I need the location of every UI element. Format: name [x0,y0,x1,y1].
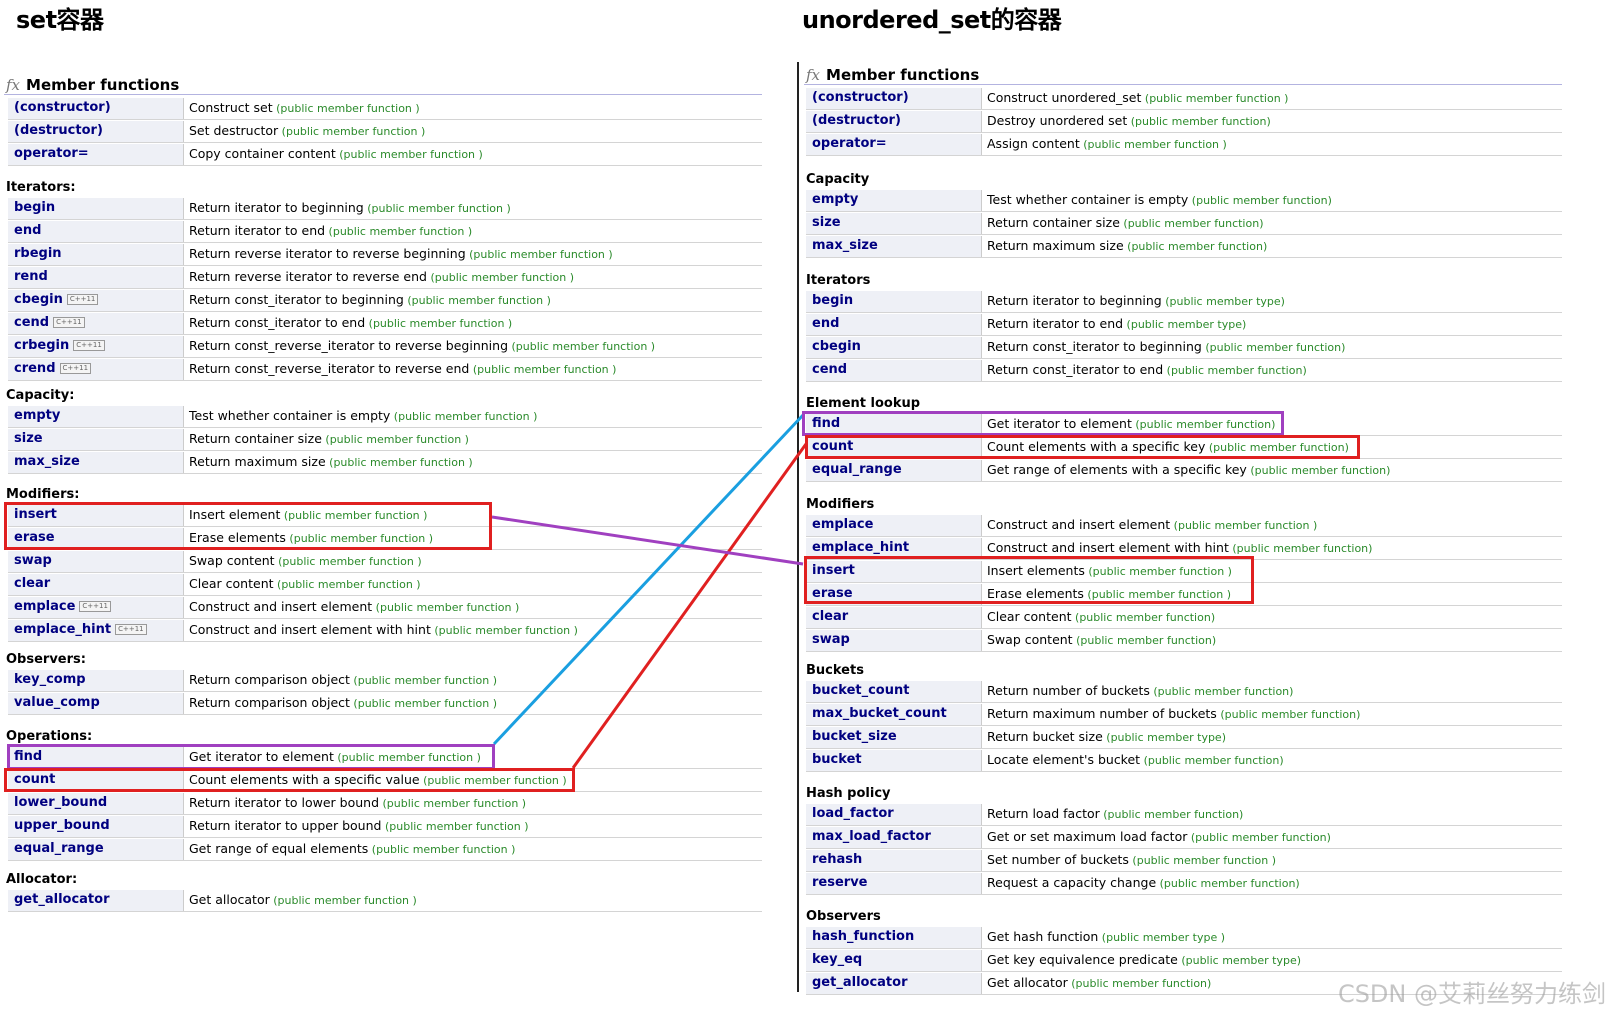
annotation-overlay [491,412,808,769]
connector-count [571,443,808,769]
watermark: CSDN @艾莉丝努力练剑 [1337,980,1606,1008]
connector-find [492,412,806,746]
connector-insert-erase [491,515,804,566]
